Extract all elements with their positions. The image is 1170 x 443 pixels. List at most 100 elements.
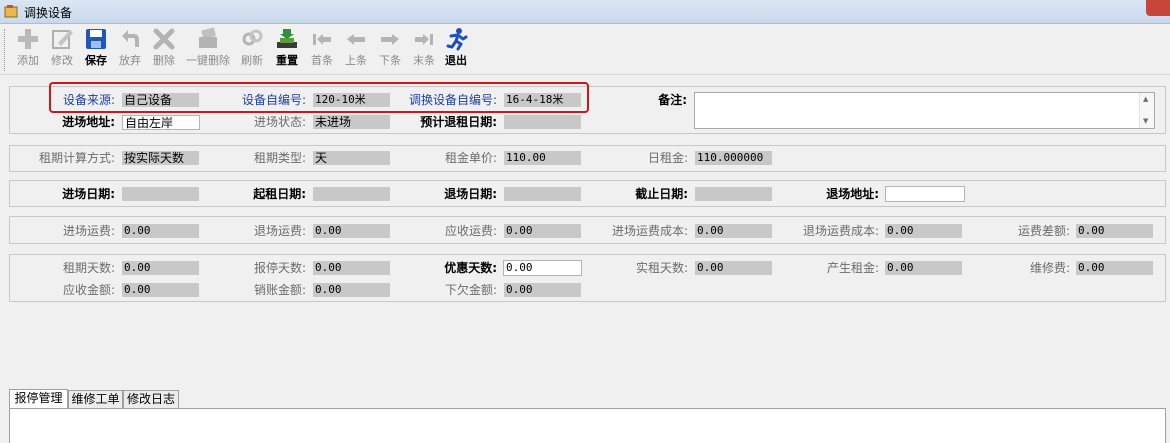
- highlight-box: [49, 82, 589, 113]
- refresh-icon: [242, 29, 263, 46]
- receivable-freight-field[interactable]: 0.00: [504, 224, 581, 238]
- freight-difference-label: 运费差额:: [1017, 224, 1070, 238]
- previous-record-icon: [347, 34, 365, 45]
- tab-stop-management[interactable]: 报停管理: [9, 389, 68, 409]
- rent-unit-price-field[interactable]: 110.00: [504, 151, 581, 165]
- tab-repair-orders[interactable]: 维修工单: [68, 390, 123, 409]
- entry-status-label: 进场状态:: [253, 115, 306, 129]
- owed-amount-label: 下欠金额:: [444, 283, 497, 297]
- entry-freight-field[interactable]: 0.00: [122, 224, 199, 238]
- first-record-icon: [313, 34, 331, 45]
- toolbar: 添加 修改 保存 放弃 删除 一键删除 刷新 重置 首条 上条 下条 末条 退出: [0, 25, 1170, 75]
- planned-return-date-field[interactable]: [504, 115, 581, 129]
- exit-button[interactable]: 退出: [441, 27, 471, 73]
- planned-return-date-label: 预计退租日期:: [420, 115, 497, 129]
- rent-days-field[interactable]: 0.00: [122, 261, 199, 275]
- entry-status-field[interactable]: 未进场: [313, 115, 390, 129]
- bulk-delete-icon: [199, 27, 217, 48]
- writeoff-amount-label: 销账金额:: [253, 283, 306, 297]
- freight-difference-field[interactable]: 0.00: [1076, 224, 1153, 238]
- exit-freight-cost-label: 退场运费成本:: [802, 224, 879, 238]
- stop-days-label: 报停天数:: [253, 261, 306, 275]
- start-date-field[interactable]: [313, 187, 390, 201]
- add-button-label: 添加: [17, 54, 39, 67]
- repair-fee-field[interactable]: 0.00: [1076, 261, 1153, 275]
- receivable-freight-label: 应收运费:: [444, 224, 497, 238]
- last-record-icon: [415, 34, 433, 45]
- bulk-delete-button[interactable]: 一键删除: [183, 27, 233, 73]
- stop-days-field[interactable]: 0.00: [313, 261, 390, 275]
- entry-address-field[interactable]: 自由左岸: [122, 115, 200, 130]
- window-title: 调换设备: [24, 6, 73, 20]
- exit-address-field[interactable]: [885, 186, 965, 202]
- rent-generated-field[interactable]: 0.00: [885, 261, 962, 275]
- edit-icon: [52, 30, 73, 49]
- delete-button[interactable]: 删除: [149, 27, 179, 73]
- actual-rent-days-label: 实租天数:: [635, 261, 688, 275]
- exit-freight-field[interactable]: 0.00: [313, 224, 390, 238]
- undo-button[interactable]: 放弃: [115, 27, 145, 73]
- remarks-label: 备注:: [658, 93, 687, 107]
- discount-days-field[interactable]: 0.00: [503, 260, 582, 276]
- save-icon: [86, 29, 106, 49]
- entry-freight-cost-label: 进场运费成本:: [611, 224, 688, 238]
- edit-button[interactable]: 修改: [47, 27, 77, 73]
- last-record-button[interactable]: 末条: [409, 27, 439, 73]
- delete-button-label: 删除: [153, 54, 175, 67]
- start-date-label: 起租日期:: [253, 187, 306, 201]
- plus-icon: [18, 29, 38, 49]
- rent-generated-label: 产生租金:: [826, 261, 879, 275]
- exit-date-field[interactable]: [504, 187, 581, 201]
- entry-address-label: 进场地址:: [62, 115, 115, 129]
- remarks-scrollbar[interactable]: ▲ ▼: [1139, 93, 1154, 128]
- title-bar: 调换设备: [0, 0, 1170, 24]
- rent-calc-method-field[interactable]: 按实际天数: [122, 151, 199, 165]
- exit-date-label: 退场日期:: [444, 187, 497, 201]
- rent-days-label: 租期天数:: [62, 261, 115, 275]
- save-button-label: 保存: [85, 54, 107, 67]
- exit-freight-cost-field[interactable]: 0.00: [885, 224, 962, 238]
- previous-record-button[interactable]: 上条: [341, 27, 371, 73]
- remarks-textarea[interactable]: ▲ ▼: [694, 92, 1155, 129]
- rent-calc-method-label: 租期计算方式:: [38, 151, 115, 165]
- tab-change-log[interactable]: 修改日志: [123, 390, 179, 409]
- scroll-down-icon[interactable]: ▼: [1143, 117, 1148, 125]
- reset-button-label: 重置: [276, 54, 298, 67]
- delete-icon: [153, 28, 175, 50]
- edit-button-label: 修改: [51, 54, 73, 67]
- app-icon: [4, 5, 18, 18]
- first-record-button[interactable]: 首条: [307, 27, 337, 73]
- receivable-amount-field[interactable]: 0.00: [122, 283, 199, 297]
- bulk-delete-button-label: 一键删除: [186, 54, 230, 67]
- add-button[interactable]: 添加: [13, 27, 43, 73]
- refresh-button[interactable]: 刷新: [237, 27, 267, 73]
- exit-button-label: 退出: [445, 54, 467, 67]
- entry-date-label: 进场日期:: [62, 187, 115, 201]
- owed-amount-field[interactable]: 0.00: [504, 283, 581, 297]
- entry-freight-cost-field[interactable]: 0.00: [695, 224, 772, 238]
- rent-period-type-field[interactable]: 天: [313, 151, 390, 165]
- next-record-icon: [381, 34, 399, 45]
- exit-runner-icon: [446, 28, 468, 51]
- entry-freight-label: 进场运费:: [62, 224, 115, 238]
- writeoff-amount-field[interactable]: 0.00: [313, 283, 390, 297]
- next-record-button[interactable]: 下条: [375, 27, 405, 73]
- daily-rent-field[interactable]: 110.000000: [695, 151, 772, 165]
- undo-icon: [122, 30, 139, 47]
- repair-fee-label: 维修费:: [1029, 261, 1070, 275]
- reset-button[interactable]: 重置: [271, 27, 303, 73]
- first-record-label: 首条: [311, 54, 333, 67]
- tab-content-area: [9, 408, 1166, 443]
- reset-icon: [277, 29, 297, 48]
- actual-rent-days-field[interactable]: 0.00: [695, 261, 772, 275]
- end-date-field[interactable]: [695, 187, 772, 201]
- previous-record-label: 上条: [345, 54, 367, 67]
- close-button[interactable]: [1146, 0, 1170, 16]
- scroll-up-icon[interactable]: ▲: [1143, 95, 1148, 103]
- entry-date-field[interactable]: [122, 187, 199, 201]
- toolbar-grip[interactable]: [4, 29, 7, 71]
- exit-address-label: 退场地址:: [826, 187, 879, 201]
- rent-period-type-label: 租期类型:: [253, 151, 306, 165]
- save-button[interactable]: 保存: [81, 27, 111, 73]
- next-record-label: 下条: [379, 54, 401, 67]
